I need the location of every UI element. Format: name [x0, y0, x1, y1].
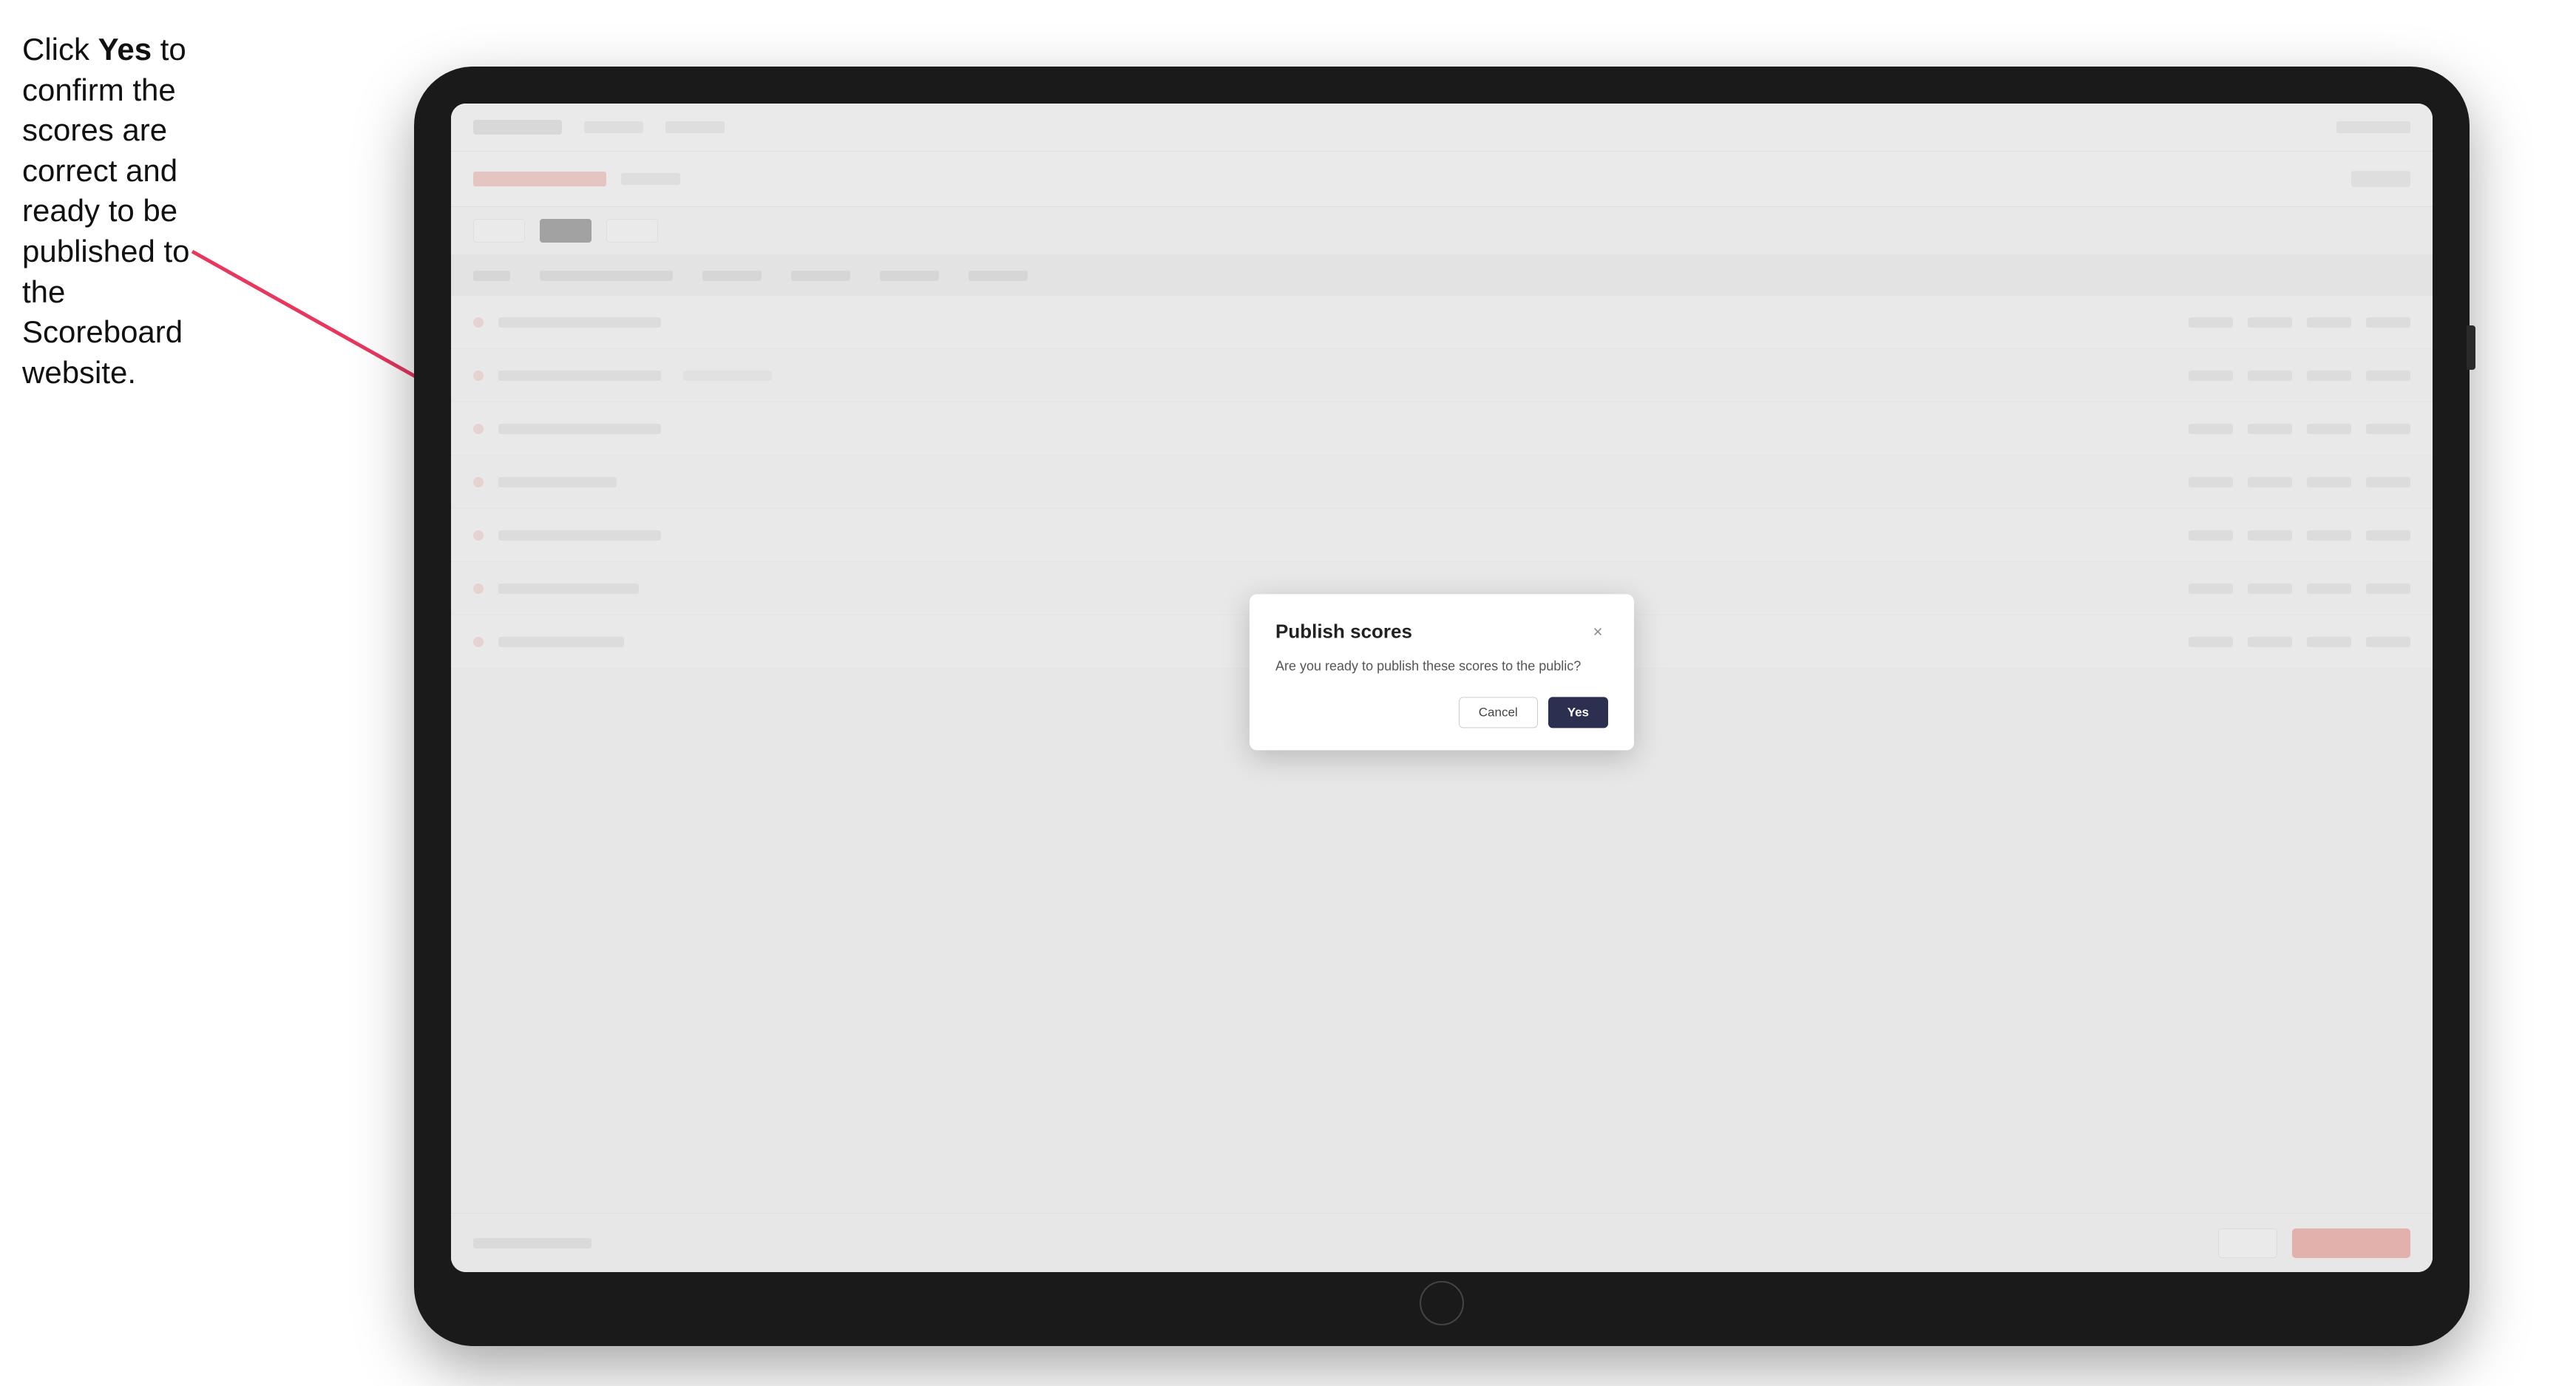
app-screen: Publish scores × Are you ready to publis… [451, 104, 2433, 1272]
instruction-suffix: to confirm the scores are correct and re… [22, 32, 190, 390]
publish-scores-modal: Publish scores × Are you ready to publis… [1250, 594, 1634, 750]
modal-header: Publish scores × [1275, 620, 1608, 643]
modal-footer: Cancel Yes [1275, 697, 1608, 728]
tablet-side-button [2467, 325, 2475, 370]
cancel-button[interactable]: Cancel [1459, 697, 1538, 728]
tablet-home-button [1420, 1281, 1464, 1325]
instruction-bold: Yes [98, 32, 152, 67]
yes-button[interactable]: Yes [1548, 697, 1608, 728]
modal-title: Publish scores [1275, 620, 1412, 643]
modal-overlay: Publish scores × Are you ready to publis… [451, 104, 2433, 1272]
instruction-prefix: Click [22, 32, 98, 67]
tablet-screen: Publish scores × Are you ready to publis… [451, 104, 2433, 1272]
modal-body: Are you ready to publish these scores to… [1275, 656, 1608, 676]
tablet-device: Publish scores × Are you ready to publis… [414, 67, 2470, 1346]
instruction-text: Click Yes to confirm the scores are corr… [22, 30, 229, 393]
modal-close-button[interactable]: × [1587, 621, 1608, 642]
